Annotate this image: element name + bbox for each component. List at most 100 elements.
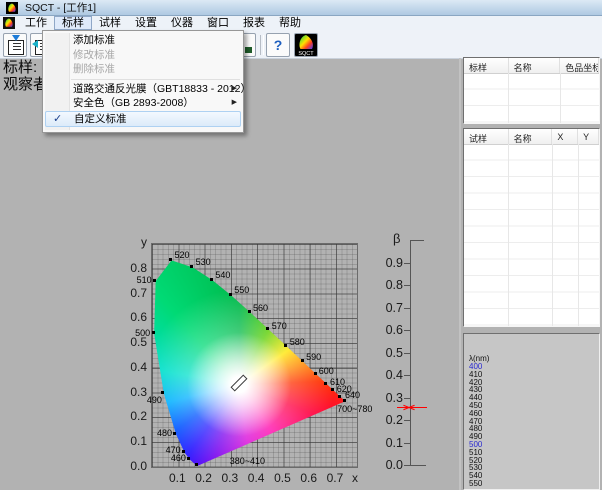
locus-point-dot [210,278,213,281]
submenu-arrow-icon: ▶ [232,82,237,97]
beta-tick-label: 0.4 [383,368,403,382]
menu-item-6[interactable]: 报表 [236,16,272,30]
mdi-child-icon[interactable] [3,17,15,29]
beta-tick-label: 0.6 [383,323,403,337]
locus-point-dot [314,372,317,375]
menu-item-5[interactable]: 窗口 [200,16,236,30]
column-header-2[interactable]: X [552,129,578,144]
wavelength-item: 520 [464,457,599,465]
locus-point-dot [152,331,155,334]
dropdown-item-5[interactable]: 安全色（GB 2893-2008）▶ [43,96,243,111]
wavelength-label: 520 [175,250,190,260]
y-tick-label: 0.6 [128,310,147,324]
column-header-0[interactable]: 标样 [464,58,509,73]
add-standard-button[interactable] [3,33,27,57]
dropdown-item-2: 删除标准 [43,62,243,77]
toolbar-separator [260,35,264,55]
standard-table-header: 标样名称色品坐标 [464,58,599,74]
y-tick-label: 0.7 [128,286,147,300]
cie-horseshoe [152,244,357,467]
x-axis-label: x [352,471,358,485]
y-tick-label: 0.0 [128,459,147,473]
sample-table-body[interactable] [464,144,599,326]
column-header-1[interactable]: 名称 [509,58,561,73]
blue-down-arrow-icon [12,35,20,41]
sample-table-header: 试样名称XY [464,129,599,145]
wavelength-header: λ(nm) [464,354,599,363]
wavelength-label: 530 [196,257,211,267]
wavelength-item: 420 [464,379,599,387]
y-tick-label: 0.1 [128,434,147,448]
chromaticity-diagram: 0.10.20.30.40.50.60.70.00.10.20.30.40.50… [128,228,388,490]
cyan-left-arrow-icon [32,40,38,48]
column-line [560,73,561,123]
wavelength-item: 500 [464,441,599,449]
beta-tick-label: 0.7 [383,301,403,315]
sample-table: 试样名称XY [463,128,600,327]
menu-item-1[interactable]: 标样 [54,16,92,30]
panel-splitter[interactable] [459,58,461,490]
x-tick-label: 0.3 [220,471,240,485]
wavelength-item: 550 [464,480,599,488]
checkmark-icon: ✓ [53,112,62,126]
help-button[interactable]: ? [266,33,290,57]
column-header-1[interactable]: 名称 [509,129,553,144]
help-icon: ? [267,34,289,56]
column-line [508,144,509,326]
submenu-arrow-icon: ▶ [232,96,237,111]
locus-point-dot [266,327,269,330]
locus-point-dot [301,359,304,362]
beta-tick-mark [404,375,410,376]
wavelength-item: 450 [464,402,599,410]
wavelength-item: 480 [464,425,599,433]
wavelength-item: 430 [464,386,599,394]
dropdown-item-0[interactable]: 添加标准 [43,33,243,48]
x-tick-label: 0.1 [167,471,187,485]
x-tick-label: 0.6 [299,471,319,485]
beta-tick-mark [404,330,410,331]
y-tick-label: 0.4 [128,360,147,374]
wavelength-item: 530 [464,464,599,472]
wavelength-item: 470 [464,418,599,426]
beta-tick-label: 0.3 [383,391,403,405]
beta-tick-mark [404,285,410,286]
column-header-2[interactable]: 色品坐标 [560,58,599,73]
menu-item-4[interactable]: 仪器 [164,16,200,30]
beta-axis-label: β [393,231,400,246]
wavelength-label: 490 [147,395,162,405]
menu-item-2[interactable]: 试样 [92,16,128,30]
column-header-0[interactable]: 试样 [464,129,509,144]
column-line [552,144,553,326]
beta-axis-top-cap [410,240,424,241]
menu-separator [71,79,240,80]
sqct-logo-text: SQCT [298,51,314,56]
chart-grid [151,243,358,468]
menu-item-3[interactable]: 设置 [128,16,164,30]
wavelength-label: 460 [171,453,186,463]
wavelength-label: 540 [215,270,230,280]
column-line [578,144,579,326]
locus-point-dot [229,293,232,296]
locus-point-dot [187,457,190,460]
wavelength-label: 640 [345,390,360,400]
standard-table: 标样名称色品坐标 [463,57,600,124]
sqct-logo-button[interactable]: SQCT [294,33,318,57]
beta-axis-line [410,240,411,465]
menu-item-7[interactable]: 帮助 [272,16,308,30]
dropdown-item-4[interactable]: 道路交通反光膜（GBT18833 - 2012）▶ [43,82,243,97]
wavelength-item: 460 [464,410,599,418]
column-header-3[interactable]: Y [578,129,599,144]
title-bar: SQCT - [工作1] [0,0,602,16]
wavelength-label: 500 [135,328,150,338]
wavelength-item: 440 [464,394,599,402]
locus-point-dot [190,265,193,268]
standard-table-body[interactable] [464,73,599,123]
beta-tick-mark [404,465,410,466]
dropdown-item-6[interactable]: 自定义标准✓ [45,111,241,127]
locus-point-dot [338,395,341,398]
y-tick-label: 0.3 [128,385,147,399]
beta-tick-label: 0.2 [383,413,403,427]
beta-tick-label: 0.9 [383,256,403,270]
wavelength-label: 550 [234,285,249,295]
menu-item-0[interactable]: 工作 [18,16,54,30]
